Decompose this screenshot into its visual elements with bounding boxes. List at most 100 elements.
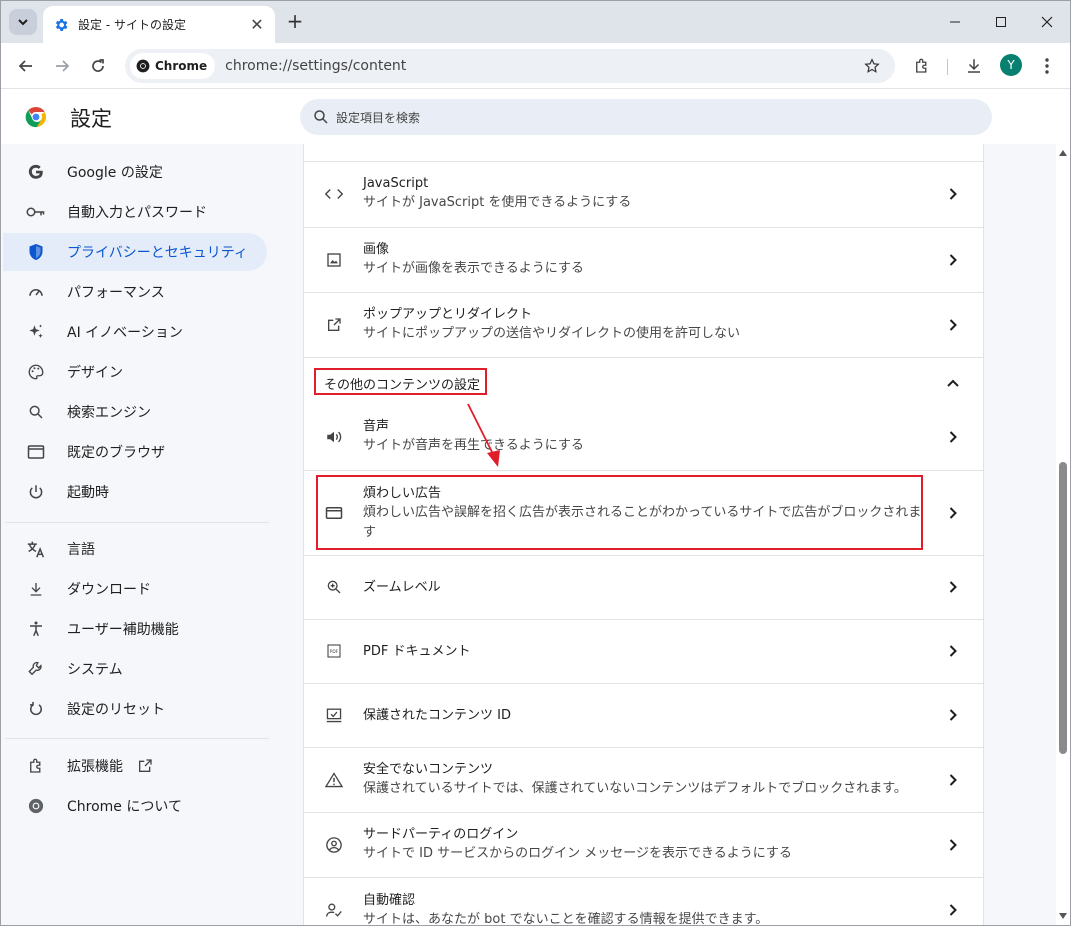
- extensions-button[interactable]: [907, 51, 937, 81]
- sidebar-item-label: デザイン: [67, 365, 123, 381]
- row-title: 保護されたコンテンツ ID: [363, 708, 511, 723]
- sidebar-item-search-engine[interactable]: 検索エンジン: [3, 393, 267, 431]
- setting-row-javascript[interactable]: JavaScript サイトが JavaScript を使用できるようにする: [304, 162, 983, 227]
- row-title: ポップアップとリダイレクト: [363, 307, 533, 322]
- sidebar-item-label: 既定のブラウザ: [67, 445, 165, 461]
- sidebar-item-label: パフォーマンス: [67, 285, 165, 301]
- profile-avatar[interactable]: Y: [1000, 54, 1022, 76]
- person-check-icon: [324, 900, 344, 920]
- code-icon: [324, 184, 344, 204]
- url-text[interactable]: chrome://settings/content: [225, 58, 859, 74]
- row-subtitle: サイトにポップアップの送信やリダイレクトの使用を許可しない: [363, 326, 741, 341]
- setting-row-protected-content[interactable]: 保護されたコンテンツ ID: [304, 683, 983, 747]
- sidebar-item-label: Google の設定: [67, 165, 163, 181]
- row-title: PDF ドキュメント: [363, 644, 471, 659]
- sidebar-item-label: システム: [67, 662, 123, 678]
- setting-row-images[interactable]: 画像 サイトが画像を表示できるようにする: [304, 227, 983, 292]
- sidebar-item-reset[interactable]: 設定のリセット: [3, 690, 267, 728]
- accessibility-icon: [26, 619, 46, 639]
- key-icon: [26, 202, 46, 222]
- menu-button[interactable]: [1032, 51, 1062, 81]
- reload-button[interactable]: [83, 51, 113, 81]
- power-icon: [26, 482, 46, 502]
- sidebar-item-system[interactable]: システム: [3, 650, 267, 688]
- tab-search-button[interactable]: [9, 9, 37, 35]
- scrollbar-thumb[interactable]: [1059, 462, 1067, 754]
- setting-row-third-party-signin[interactable]: サードパーティのログイン サイトで ID サービスからのログイン メッセージを表…: [304, 812, 983, 877]
- minimize-button[interactable]: [932, 7, 978, 37]
- sidebar-divider: [5, 738, 269, 739]
- sidebar-item-label: 検索エンジン: [67, 405, 151, 421]
- sidebar-item-performance[interactable]: パフォーマンス: [3, 273, 267, 311]
- arrow-right-icon: [56, 60, 70, 72]
- sidebar-item-label: 言語: [67, 542, 95, 558]
- setting-row-insecure-content[interactable]: 安全でないコンテンツ 保護されているサイトでは、保護されていないコンテンツはデフ…: [304, 747, 983, 812]
- setting-row-sound[interactable]: 音声 サイトが音声を再生できるようにする: [304, 407, 983, 470]
- chevron-right-icon: [943, 503, 963, 523]
- page-scrollbar[interactable]: [1056, 144, 1070, 925]
- toolbar-divider: [947, 59, 948, 75]
- page-title: 設定: [70, 107, 112, 131]
- downloads-button[interactable]: [959, 51, 989, 81]
- setting-row-popups[interactable]: ポップアップとリダイレクト サイトにポップアップの送信やリダイレクトの使用を許可…: [304, 292, 983, 357]
- google-icon: [26, 162, 46, 182]
- sidebar-item-google[interactable]: Google の設定: [3, 153, 267, 191]
- sidebar-item-design[interactable]: デザイン: [3, 353, 267, 391]
- settings-header: 設定 設定項目を検索: [1, 90, 1056, 144]
- sidebar-item-downloads[interactable]: ダウンロード: [3, 570, 267, 608]
- scroll-up-arrow-icon[interactable]: [1058, 148, 1068, 158]
- setting-row-pdf-documents[interactable]: PDF PDF ドキュメント: [304, 619, 983, 683]
- setting-row-auto-verify[interactable]: 自動確認 サイトは、あなたが bot でないことを確認する情報を提供できます。: [304, 877, 983, 926]
- sidebar-item-label: ユーザー補助機能: [67, 622, 179, 638]
- chevron-right-icon: [943, 184, 963, 204]
- sidebar-item-accessibility[interactable]: ユーザー補助機能: [3, 610, 267, 648]
- sidebar-item-autofill[interactable]: 自動入力とパスワード: [3, 193, 267, 231]
- row-title: 画像: [363, 242, 390, 257]
- settings-search-input[interactable]: 設定項目を検索: [300, 99, 992, 135]
- kebab-menu-icon: [1045, 58, 1049, 74]
- image-icon: [324, 250, 344, 270]
- search-placeholder: 設定項目を検索: [336, 110, 421, 125]
- row-subtitle: サイトは、あなたが bot でないことを確認する情報を提供できます。: [363, 912, 769, 926]
- puzzle-icon: [26, 756, 46, 776]
- sidebar-item-default-browser[interactable]: 既定のブラウザ: [3, 433, 267, 471]
- download-icon: [968, 59, 980, 73]
- search-icon: [314, 110, 328, 124]
- sidebar-item-ai[interactable]: AI イノベーション: [3, 313, 267, 351]
- minimize-icon: [950, 21, 960, 23]
- close-window-button[interactable]: [1024, 7, 1070, 37]
- maximize-button[interactable]: [978, 7, 1024, 37]
- setting-row-zoom-levels[interactable]: ズームレベル: [304, 555, 983, 619]
- row-subtitle: サイトが画像を表示できるようにする: [363, 261, 584, 276]
- warning-icon: [324, 770, 344, 790]
- chevron-up-icon: [943, 373, 963, 393]
- puzzle-icon: [916, 58, 927, 73]
- sidebar-item-languages[interactable]: 言語: [3, 530, 267, 568]
- reset-icon: [26, 699, 46, 719]
- sidebar-item-about[interactable]: Chrome について: [3, 787, 267, 825]
- gear-icon: [55, 18, 68, 31]
- chevron-down-icon: [18, 19, 28, 26]
- bookmark-star-icon[interactable]: [859, 58, 885, 74]
- new-tab-button[interactable]: +: [284, 9, 306, 33]
- maximize-icon: [996, 17, 1006, 27]
- sidebar-item-startup[interactable]: 起動時: [3, 473, 267, 511]
- close-tab-icon[interactable]: ✕: [249, 15, 265, 34]
- site-info-chip[interactable]: Chrome: [130, 53, 216, 79]
- sidebar-item-privacy[interactable]: プライバシーとセキュリティ: [3, 233, 267, 271]
- browser-toolbar: Chrome chrome://settings/content Y: [1, 43, 1070, 89]
- sidebar-item-extensions[interactable]: 拡張機能: [3, 747, 267, 785]
- address-bar[interactable]: Chrome chrome://settings/content: [125, 49, 895, 83]
- chevron-right-icon: [943, 900, 963, 920]
- sidebar-item-label: Chrome について: [67, 799, 182, 815]
- close-icon: [1041, 16, 1053, 28]
- chevron-right-icon: [943, 250, 963, 270]
- scroll-down-arrow-icon[interactable]: [1058, 911, 1068, 921]
- sidebar-item-label: 自動入力とパスワード: [67, 205, 207, 221]
- forward-button[interactable]: [47, 51, 77, 81]
- arrow-left-icon: [18, 60, 32, 72]
- palette-icon: [26, 362, 46, 382]
- active-tab[interactable]: 設定 - サイトの設定 ✕: [43, 6, 275, 43]
- back-button[interactable]: [11, 51, 41, 81]
- chevron-right-icon: [943, 835, 963, 855]
